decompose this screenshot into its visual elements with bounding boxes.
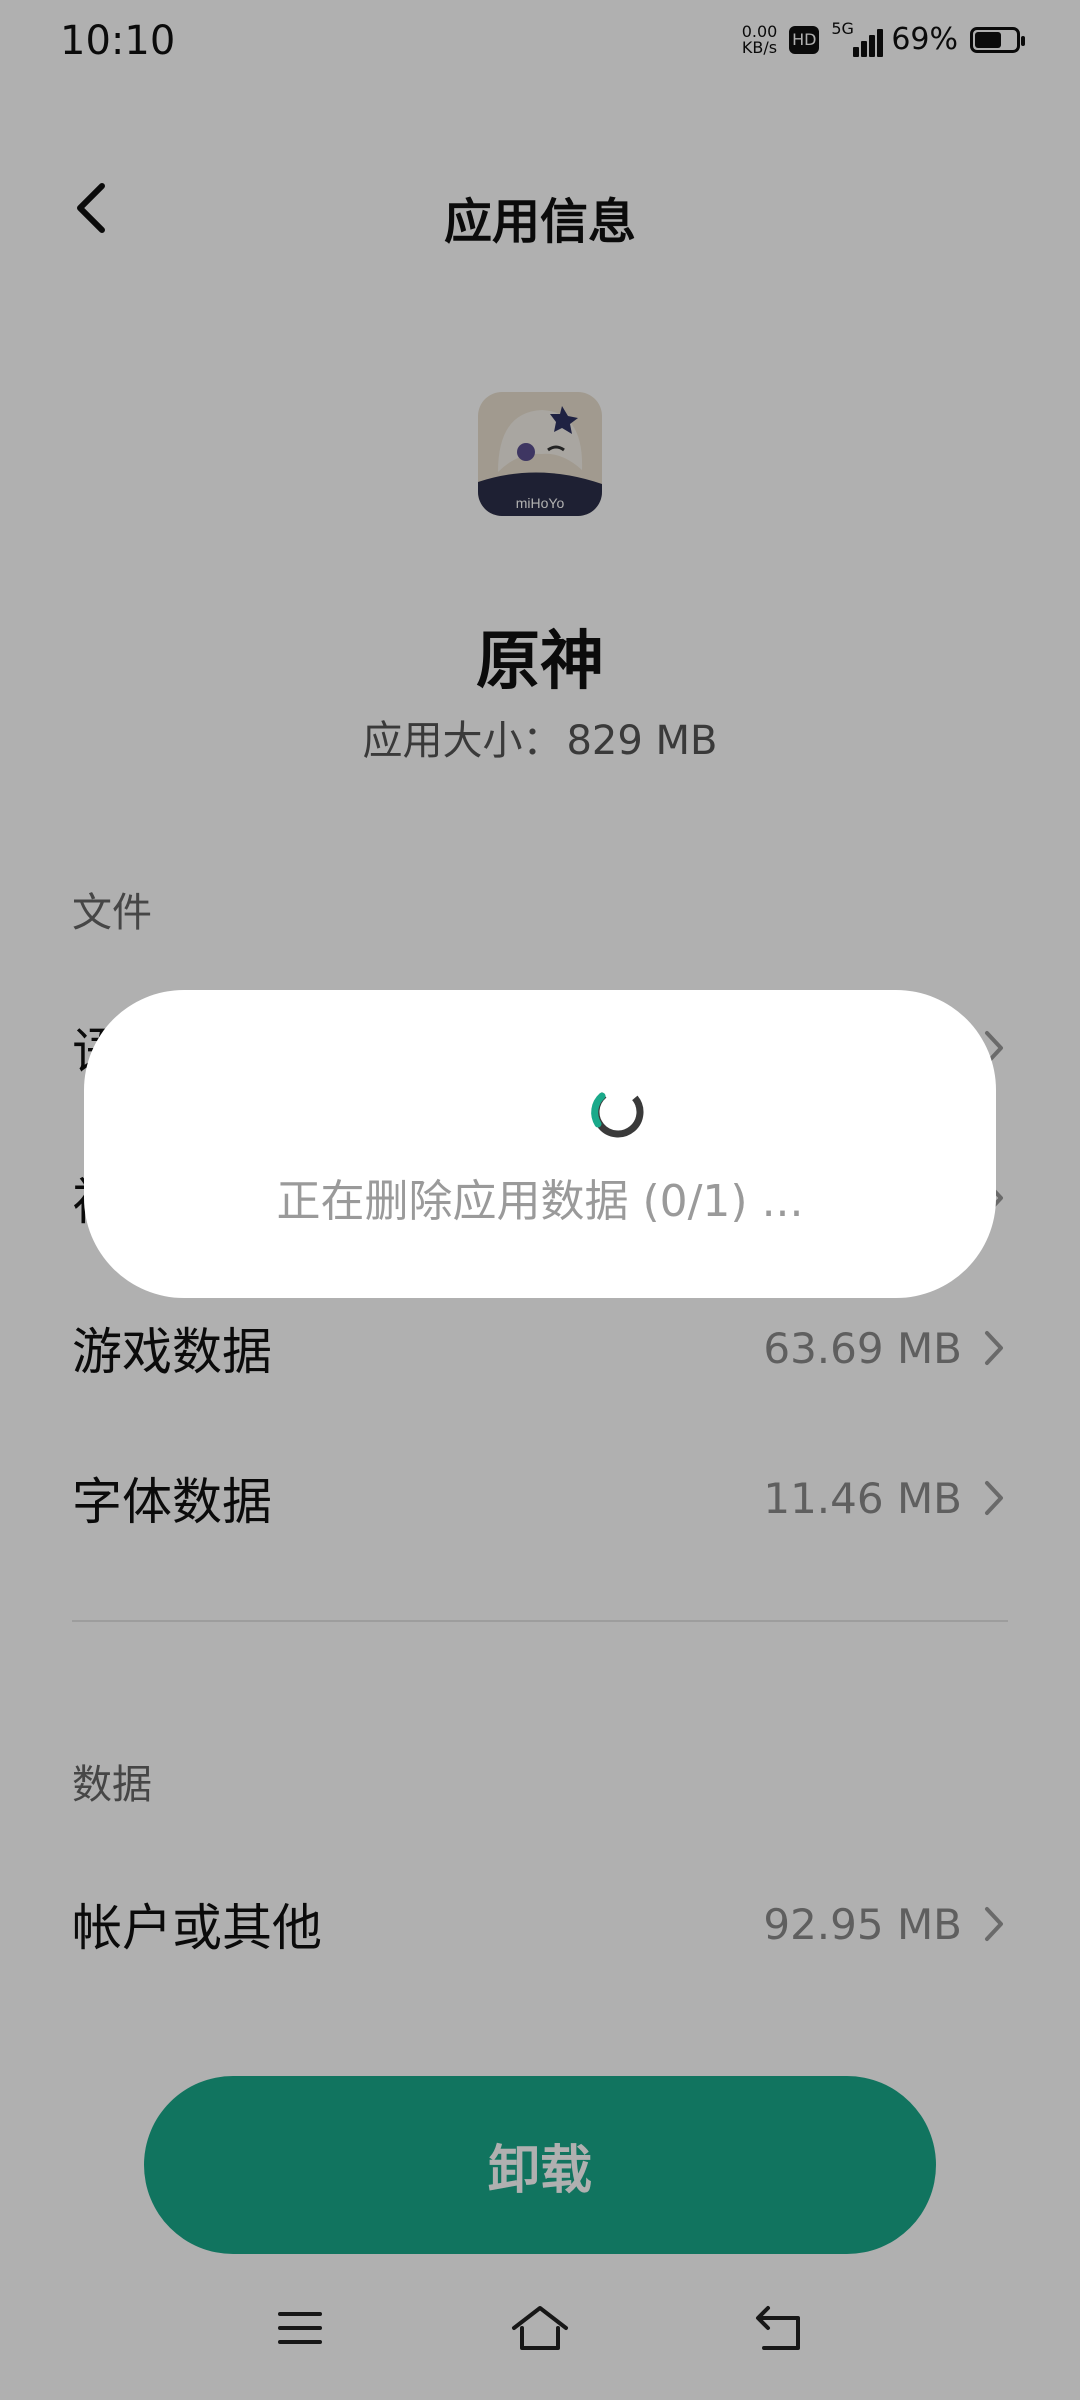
loading-spinner-icon (588, 1082, 648, 1142)
dialog-message: 正在删除应用数据 (0/1) ... (276, 1176, 804, 1227)
progress-dialog: 正在删除应用数据 (0/1) ... (84, 990, 996, 1298)
app-info-screen: 10:10 0.00 KB/s HD 5G 69% 应用信息 miHoYo 原神… (0, 0, 1080, 2400)
